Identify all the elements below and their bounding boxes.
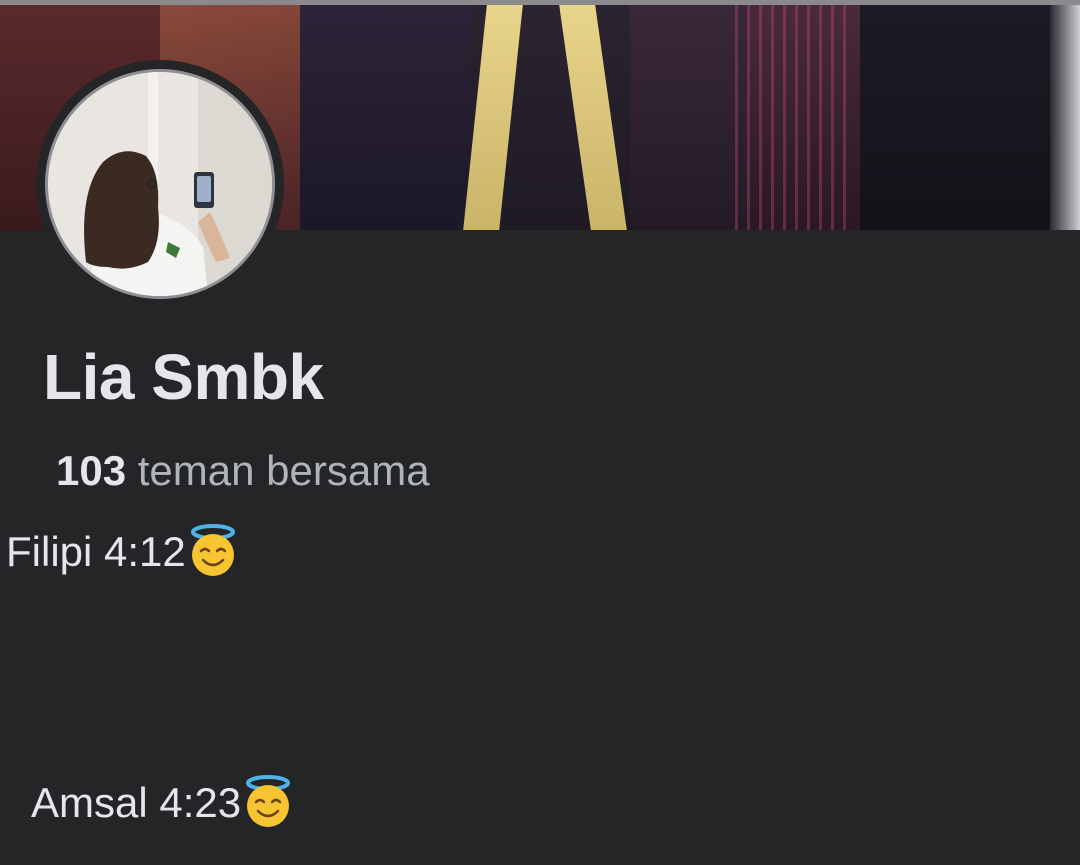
cover-fabric-5 [630, 5, 750, 230]
avatar-photo [48, 72, 272, 296]
mutual-friends[interactable]: 103 teman bersama [56, 447, 430, 495]
cover-stripes [735, 5, 855, 230]
mutual-friends-count: 103 [56, 447, 127, 494]
smiling-face-with-halo-icon [186, 524, 240, 578]
bio-line-1-text: Filipi 4:12 [6, 528, 186, 575]
cover-right-edge [1050, 5, 1080, 230]
cover-fabric-3 [300, 5, 470, 230]
mutual-friends-label: teman bersama [137, 447, 430, 494]
avatar[interactable] [48, 72, 272, 296]
smiling-face-with-halo-icon [241, 775, 295, 829]
profile-name: Lia Smbk [43, 341, 324, 413]
bio-line-2-text: Amsal 4:23 [31, 779, 242, 826]
cover-fabric-7 [860, 5, 1080, 230]
bio-line-2: Amsal 4:23 [31, 775, 295, 829]
bio-line-1: Filipi 4:12 [6, 524, 240, 578]
profile-page: Lia Smbk 103 teman bersama Filipi 4:12 A… [0, 0, 1080, 865]
